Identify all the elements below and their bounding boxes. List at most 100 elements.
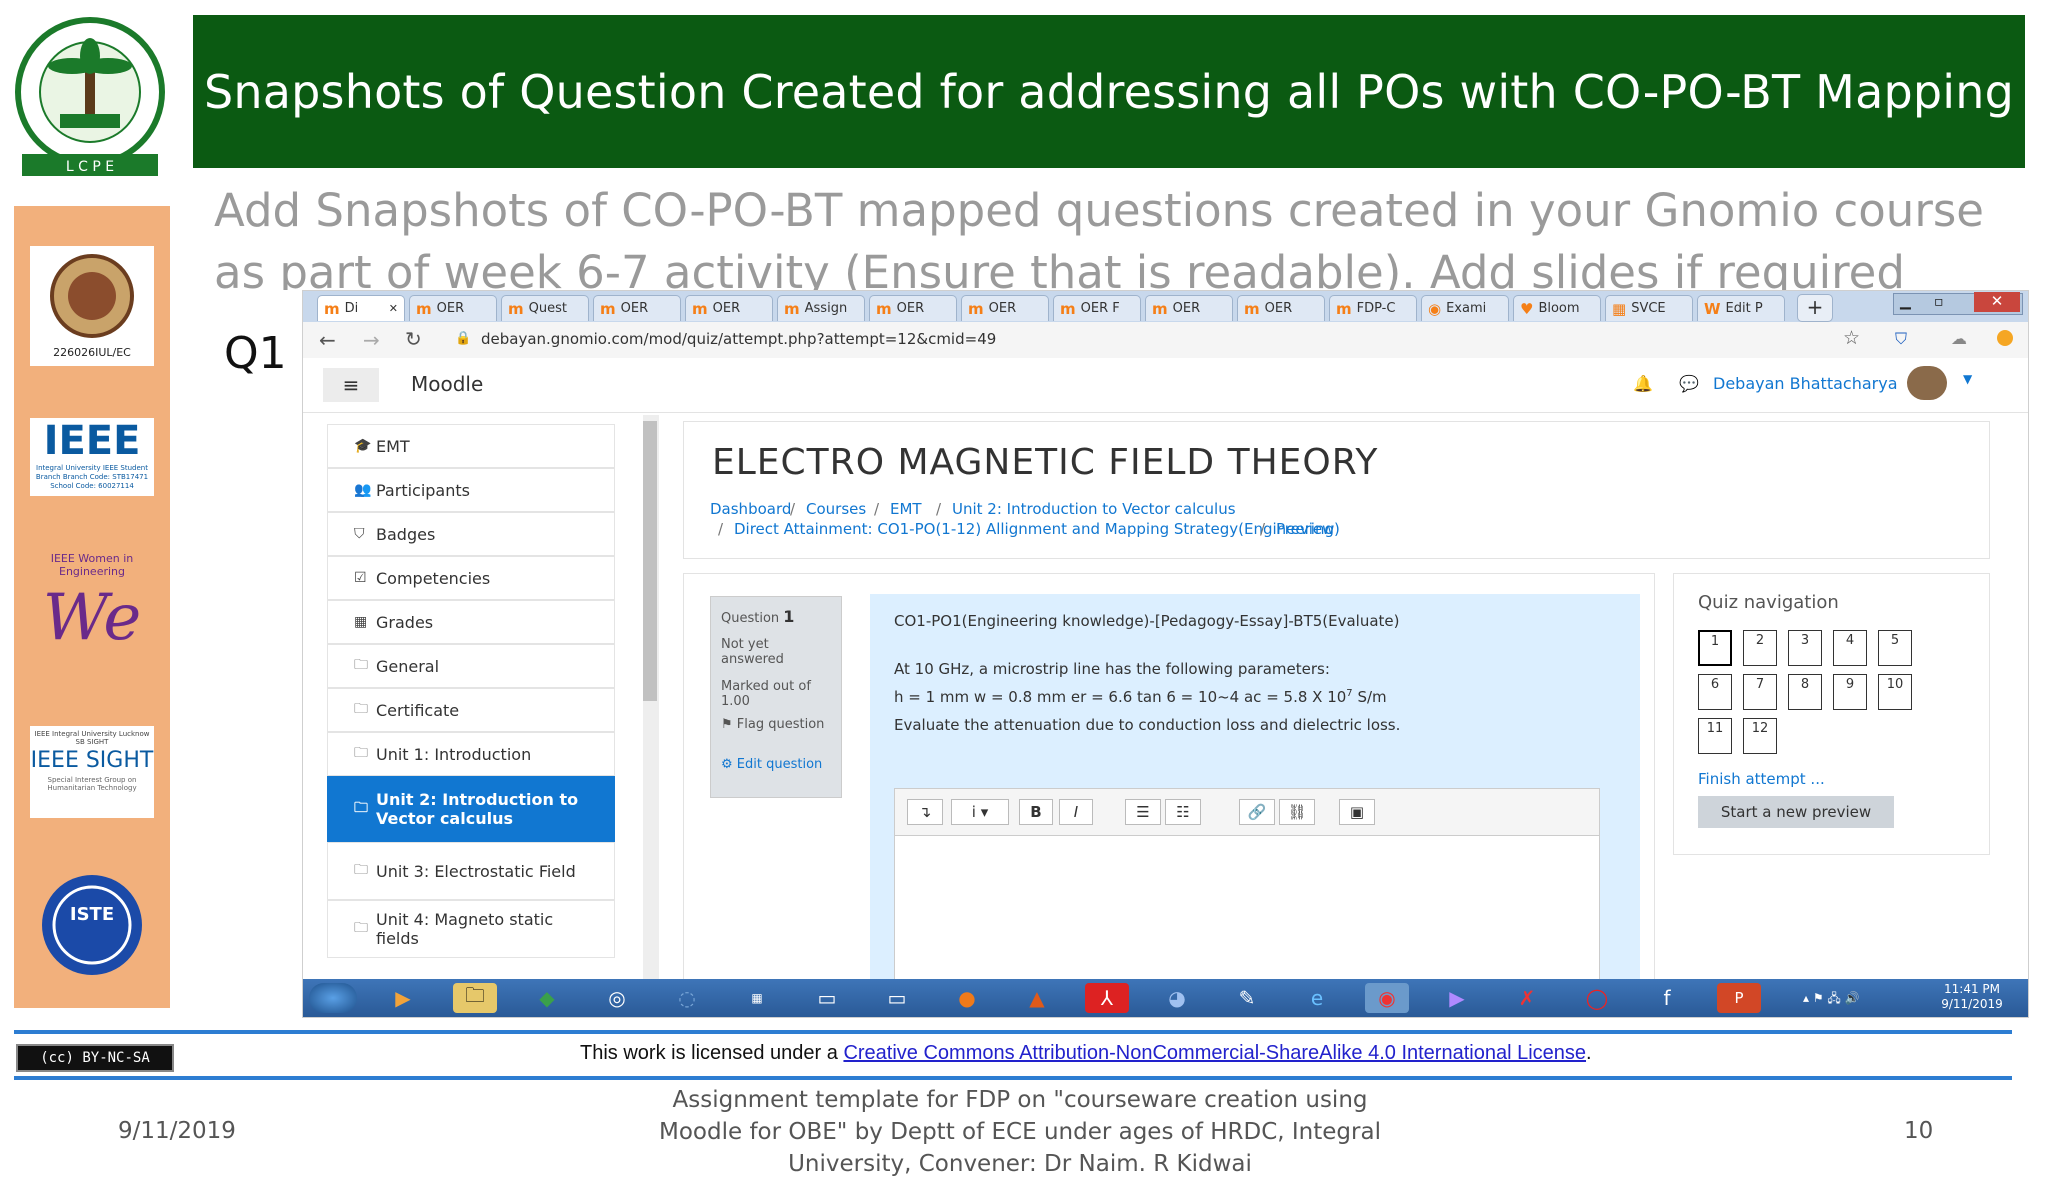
opera-icon[interactable]: ◯	[1575, 983, 1619, 1013]
avatar[interactable]	[1907, 366, 1947, 400]
quiz-nav-question-button[interactable]: 5	[1878, 630, 1912, 666]
app-icon[interactable]: ✗	[1505, 983, 1549, 1013]
paragraph-icon[interactable]: ↴	[907, 799, 943, 825]
breadcrumb-emt[interactable]: EMT	[890, 500, 922, 518]
browser-tab[interactable]: m OER	[409, 295, 497, 321]
app-icon[interactable]: ▭	[805, 983, 849, 1013]
breadcrumb-unit2[interactable]: Unit 2: Introduction to Vector calculus	[952, 500, 1236, 518]
powerpoint-icon[interactable]: P	[1717, 983, 1761, 1013]
sidebar-item-general[interactable]: 🗀 General	[327, 644, 615, 688]
app-icon[interactable]: ▶	[1435, 983, 1479, 1013]
quiz-nav-question-button[interactable]: 2	[1743, 630, 1777, 666]
app-icon[interactable]: ✎	[1225, 983, 1269, 1013]
italic-button[interactable]: I	[1059, 799, 1093, 825]
browser-tab[interactable]: m OER	[961, 295, 1049, 321]
back-icon[interactable]: ←	[319, 328, 336, 352]
app-icon[interactable]: ◕	[1155, 983, 1199, 1013]
app-icon[interactable]: ◆	[525, 983, 569, 1013]
extension-icon[interactable]: ☁	[1951, 329, 1967, 348]
breadcrumb-preview[interactable]: Preview	[1276, 520, 1334, 538]
quiz-nav-question-button[interactable]: 4	[1833, 630, 1867, 666]
browser-tab[interactable]: m OER F	[1053, 295, 1141, 321]
matlab-icon[interactable]: ▲	[1015, 983, 1059, 1013]
menu-toggle-icon[interactable]: ≡	[323, 368, 379, 402]
sidebar-item-competencies[interactable]: ☑ Competencies	[327, 556, 615, 600]
sidebar-item-emt[interactable]: 🎓 EMT	[327, 424, 615, 468]
app-icon[interactable]: ▦	[735, 983, 779, 1013]
app-icon[interactable]: ▭	[875, 983, 919, 1013]
close-tab-icon[interactable]: ✕	[389, 302, 398, 315]
shield-extension-icon[interactable]: ⛉	[1895, 329, 1907, 349]
notification-bell-icon[interactable]: 🔔	[1633, 374, 1653, 393]
close-window-icon[interactable]: ✕	[1974, 292, 2020, 312]
sidebar-item-unit-3[interactable]: 🗀 Unit 3: Electrostatic Field	[327, 842, 615, 900]
taskbar-clock[interactable]: 11:41 PM 9/11/2019	[1927, 982, 2017, 1012]
browser-tab[interactable]: m OER	[593, 295, 681, 321]
browser-tab[interactable]: m OER	[869, 295, 957, 321]
browser-tab[interactable]: m FDP-C	[1329, 295, 1417, 321]
sidebar-item-unit-4[interactable]: 🗀 Unit 4: Magneto static fields	[327, 900, 615, 958]
browser-tab[interactable]: ◉ Exami	[1421, 295, 1509, 321]
chevron-down-icon[interactable]: ▼	[1963, 372, 1972, 386]
breadcrumb-quiz[interactable]: Direct Attainment: CO1-PO(1-12) Allignme…	[734, 520, 1340, 538]
sidebar-item-badges[interactable]: ⛉ Badges	[327, 512, 615, 556]
browser-tab[interactable]: ♥ Bloom	[1513, 295, 1601, 321]
quiz-nav-question-button[interactable]: 3	[1788, 630, 1822, 666]
browser-tab[interactable]: m OER	[1145, 295, 1233, 321]
numbered-list-icon[interactable]: ☷	[1165, 799, 1201, 825]
file-explorer-icon[interactable]: 🗀	[453, 983, 497, 1013]
new-tab-button[interactable]: +	[1797, 294, 1833, 322]
unlink-icon[interactable]: ⛓	[1279, 799, 1315, 825]
app-icon[interactable]: ◌	[665, 983, 709, 1013]
sidebar-item-unit-2[interactable]: 🗀 Unit 2: Introduction to Vector calculus	[327, 776, 615, 842]
browser-tab[interactable]: m OER	[1237, 295, 1325, 321]
browser-tab[interactable]: m Quest	[501, 295, 589, 321]
quiz-nav-question-button[interactable]: 12	[1743, 718, 1777, 754]
acrobat-icon[interactable]: ⅄	[1085, 983, 1129, 1013]
image-icon[interactable]: ▣	[1339, 799, 1375, 825]
breadcrumb-dashboard[interactable]: Dashboard	[710, 500, 791, 518]
flag-question-link[interactable]: ⚑ Flag question	[721, 717, 831, 732]
quiz-nav-question-button[interactable]: 10	[1878, 674, 1912, 710]
link-icon[interactable]: 🔗	[1239, 799, 1275, 825]
sidebar-item-certificate[interactable]: 🗀 Certificate	[327, 688, 615, 732]
moodle-brand[interactable]: Moodle	[411, 372, 483, 396]
browser-tab[interactable]: m Assign	[777, 295, 865, 321]
quiz-nav-question-button[interactable]: 11	[1698, 718, 1732, 754]
bookmark-star-icon[interactable]: ☆	[1843, 327, 1860, 349]
browser-tab[interactable]: m OER	[685, 295, 773, 321]
minimize-icon[interactable]: ▁	[1900, 294, 1911, 310]
internet-explorer-icon[interactable]: e	[1295, 983, 1339, 1013]
browser-tab[interactable]: ▦ SVCE	[1605, 295, 1693, 321]
bullet-list-icon[interactable]: ☰	[1125, 799, 1161, 825]
media-player-icon[interactable]: ▶	[381, 983, 425, 1013]
start-button-icon[interactable]	[309, 983, 357, 1013]
facebook-icon[interactable]: f	[1645, 983, 1689, 1013]
browser-tab[interactable]: W Edit P	[1697, 295, 1785, 321]
chrome-icon[interactable]: ◉	[1365, 983, 1409, 1013]
start-new-preview-button[interactable]: Start a new preview	[1698, 796, 1894, 828]
forward-icon[interactable]: →	[363, 328, 380, 352]
cc-license-badge[interactable]: (cc) BY-NC-SA	[16, 1044, 174, 1072]
quiz-nav-question-button[interactable]: 6	[1698, 674, 1732, 710]
tray-icons[interactable]: ▴ ⚑ 🖧 🔊	[1803, 989, 1860, 1010]
sidebar-item-unit-1[interactable]: 🗀 Unit 1: Introduction	[327, 732, 615, 776]
info-dropdown-icon[interactable]: i ▾	[951, 799, 1009, 825]
breadcrumb-courses[interactable]: Courses	[806, 500, 866, 518]
browser-tab[interactable]: m Di ✕	[317, 295, 405, 321]
app-icon[interactable]: ◎	[595, 983, 639, 1013]
quiz-nav-question-button[interactable]: 9	[1833, 674, 1867, 710]
user-name[interactable]: Debayan Bhattacharya	[1713, 374, 1898, 393]
quiz-nav-question-button[interactable]: 1	[1698, 630, 1732, 666]
quiz-nav-question-button[interactable]: 8	[1788, 674, 1822, 710]
license-link[interactable]: Creative Commons Attribution-NonCommerci…	[843, 1042, 1586, 1064]
edit-question-link[interactable]: ⚙ Edit question	[721, 757, 831, 772]
maximize-icon[interactable]: ▫	[1934, 294, 1944, 310]
sidebar-item-participants[interactable]: 👥 Participants	[327, 468, 615, 512]
sidebar-item-grades[interactable]: ▦ Grades	[327, 600, 615, 644]
reload-icon[interactable]: ↻	[405, 327, 422, 351]
sidebar-scroll-thumb[interactable]	[643, 421, 657, 701]
messages-icon[interactable]: 💬	[1679, 374, 1699, 393]
firefox-icon[interactable]: ●	[945, 983, 989, 1013]
quiz-nav-question-button[interactable]: 7	[1743, 674, 1777, 710]
